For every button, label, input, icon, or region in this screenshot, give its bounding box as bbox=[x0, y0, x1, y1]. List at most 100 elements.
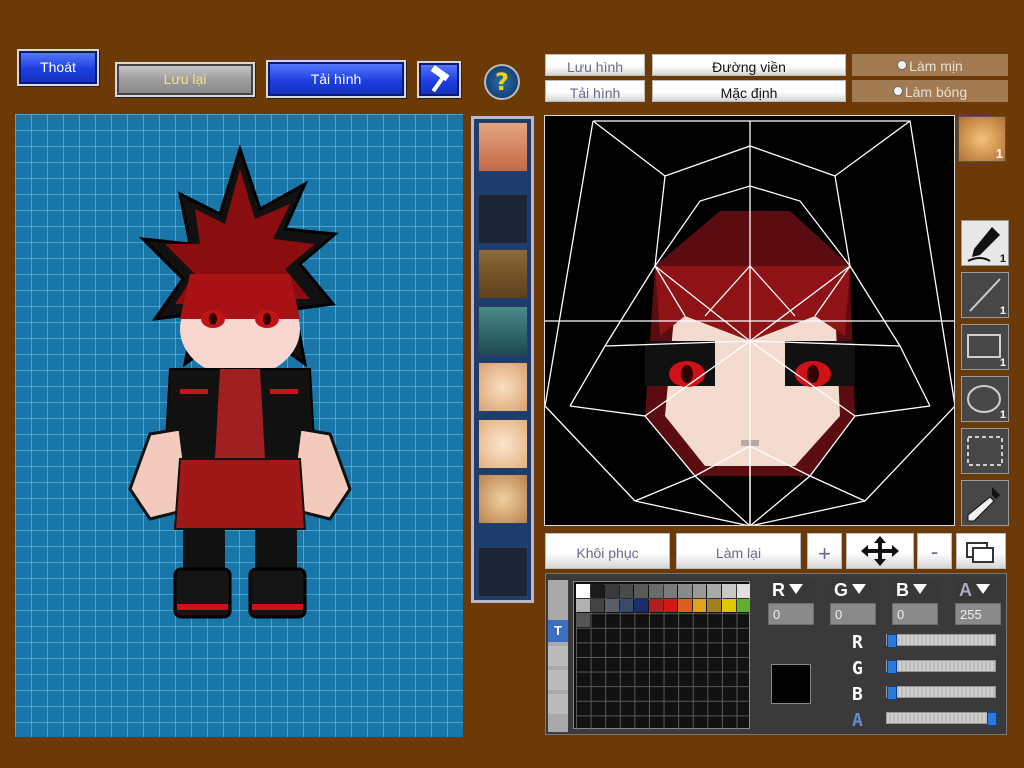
radio-smooth-dot bbox=[897, 60, 908, 70]
channel-b-value[interactable]: 0 bbox=[892, 603, 938, 625]
channel-a-label: A bbox=[959, 580, 972, 600]
radio-shade[interactable]: Làm bóng bbox=[852, 80, 1008, 102]
slider-a[interactable] bbox=[886, 712, 997, 726]
channel-b-label: B bbox=[896, 580, 909, 600]
palette-swatch[interactable] bbox=[663, 584, 678, 598]
current-color-swatch bbox=[771, 664, 811, 704]
face-preset-6[interactable] bbox=[478, 419, 528, 469]
face-preset-7[interactable] bbox=[478, 474, 528, 524]
color-palette-grid[interactable] bbox=[573, 581, 751, 730]
face-preset-2[interactable] bbox=[478, 194, 528, 244]
zoom-out-button[interactable]: - bbox=[917, 533, 952, 569]
line-tool[interactable]: 1 bbox=[961, 272, 1009, 318]
character-sprite bbox=[128, 144, 352, 619]
slider-g[interactable] bbox=[886, 660, 996, 674]
palette-tab-2[interactable] bbox=[548, 646, 568, 666]
palette-swatch[interactable] bbox=[590, 584, 605, 598]
palette-tab-3[interactable] bbox=[548, 670, 568, 690]
face-preset-4[interactable] bbox=[478, 306, 528, 356]
face-preset-3[interactable] bbox=[478, 249, 528, 299]
hammer-button[interactable] bbox=[417, 61, 461, 98]
palette-swatch[interactable] bbox=[619, 584, 634, 598]
eyedropper-tool[interactable] bbox=[961, 480, 1009, 526]
channel-r-dropdown[interactable]: R bbox=[768, 579, 816, 601]
palette-swatch[interactable] bbox=[576, 613, 590, 627]
palette-swatch[interactable] bbox=[722, 598, 736, 613]
palette-swatch[interactable] bbox=[649, 598, 663, 613]
face-preset-8[interactable] bbox=[478, 547, 528, 597]
palette-swatch[interactable] bbox=[590, 598, 605, 613]
save-button[interactable]: Lưu lại bbox=[115, 62, 255, 97]
selection-icon bbox=[967, 436, 1003, 466]
palette-swatch[interactable] bbox=[722, 584, 736, 598]
channel-r-label: R bbox=[772, 580, 785, 600]
line-tool-count: 1 bbox=[999, 305, 1006, 317]
palette-swatch[interactable] bbox=[678, 584, 692, 598]
pen-tool-count: 1 bbox=[999, 253, 1006, 265]
palette-swatch[interactable] bbox=[619, 598, 634, 613]
palette-tabs: T bbox=[548, 580, 568, 732]
face-preset-1[interactable] bbox=[478, 122, 528, 172]
channel-a-dropdown[interactable]: A bbox=[955, 579, 1003, 601]
ellipse-tool[interactable]: 1 bbox=[961, 376, 1009, 422]
layers-button[interactable] bbox=[956, 533, 1006, 569]
channel-g-dropdown[interactable]: G bbox=[830, 579, 878, 601]
tab-default[interactable]: Mặc định bbox=[652, 80, 846, 102]
face-preset-badge: 1 bbox=[995, 146, 1003, 161]
palette-swatch[interactable] bbox=[736, 598, 751, 613]
zoom-in-button[interactable]: + bbox=[807, 533, 842, 569]
slider-r-thumb[interactable] bbox=[887, 634, 897, 648]
channel-g-label: G bbox=[834, 580, 849, 600]
exit-button[interactable]: Thoát bbox=[17, 49, 99, 86]
palette-swatch[interactable] bbox=[707, 598, 721, 613]
radio-shade-label: Làm bóng bbox=[904, 84, 968, 100]
palette-swatch[interactable] bbox=[692, 584, 707, 598]
slider-r[interactable] bbox=[886, 634, 996, 648]
palette-swatch[interactable] bbox=[678, 598, 692, 613]
redo-button[interactable]: Làm lại bbox=[676, 533, 801, 569]
tab-outline[interactable]: Đường viền bbox=[652, 54, 846, 76]
radio-smooth[interactable]: Làm mịn bbox=[852, 54, 1008, 76]
selection-tool[interactable] bbox=[961, 428, 1009, 474]
slider-b[interactable] bbox=[886, 686, 996, 700]
palette-tab-1[interactable]: T bbox=[548, 620, 568, 642]
load-image-button[interactable]: Tải hình bbox=[266, 60, 406, 98]
palette-swatch[interactable] bbox=[576, 598, 590, 613]
palette-swatch[interactable] bbox=[605, 584, 619, 598]
tab-save-image[interactable]: Lưu hình bbox=[545, 54, 645, 76]
character-preview-canvas[interactable] bbox=[15, 114, 463, 737]
face-preset-current[interactable]: 1 bbox=[958, 116, 1006, 162]
tab-load-image[interactable]: Tải hình bbox=[545, 80, 645, 102]
face-preset-5[interactable] bbox=[478, 362, 528, 412]
face-texture-editor[interactable] bbox=[544, 115, 955, 526]
palette-swatch[interactable] bbox=[663, 598, 678, 613]
palette-tab-4[interactable] bbox=[548, 694, 568, 714]
palette-swatch[interactable] bbox=[634, 598, 648, 613]
slider-b-thumb[interactable] bbox=[887, 686, 897, 700]
restore-button[interactable]: Khôi phục bbox=[545, 533, 670, 569]
slider-r-label: R bbox=[852, 632, 863, 653]
palette-swatch[interactable] bbox=[692, 598, 707, 613]
chevron-down-icon bbox=[789, 584, 803, 594]
palette-swatch[interactable] bbox=[707, 584, 721, 598]
channel-g-value[interactable]: 0 bbox=[830, 603, 876, 625]
palette-swatch[interactable] bbox=[605, 598, 619, 613]
channel-a-value[interactable]: 255 bbox=[955, 603, 1001, 625]
palette-swatch[interactable] bbox=[649, 584, 663, 598]
palette-swatch[interactable] bbox=[576, 584, 590, 598]
face-preset-list bbox=[471, 116, 534, 603]
ellipse-tool-count: 1 bbox=[999, 409, 1006, 421]
help-button[interactable]: ? bbox=[484, 64, 520, 100]
eyedropper-icon bbox=[967, 487, 1000, 522]
move-button[interactable] bbox=[846, 533, 914, 569]
rectangle-tool[interactable]: 1 bbox=[961, 324, 1009, 370]
slider-g-thumb[interactable] bbox=[887, 660, 897, 674]
palette-swatch[interactable] bbox=[736, 584, 751, 598]
slider-a-thumb[interactable] bbox=[987, 712, 997, 726]
pen-tool[interactable]: 1 bbox=[961, 220, 1009, 266]
help-icon: ? bbox=[495, 68, 509, 96]
channel-b-dropdown[interactable]: B bbox=[892, 579, 940, 601]
palette-swatch[interactable] bbox=[634, 584, 648, 598]
channel-r-value[interactable]: 0 bbox=[768, 603, 814, 625]
slider-g-label: G bbox=[852, 658, 863, 679]
